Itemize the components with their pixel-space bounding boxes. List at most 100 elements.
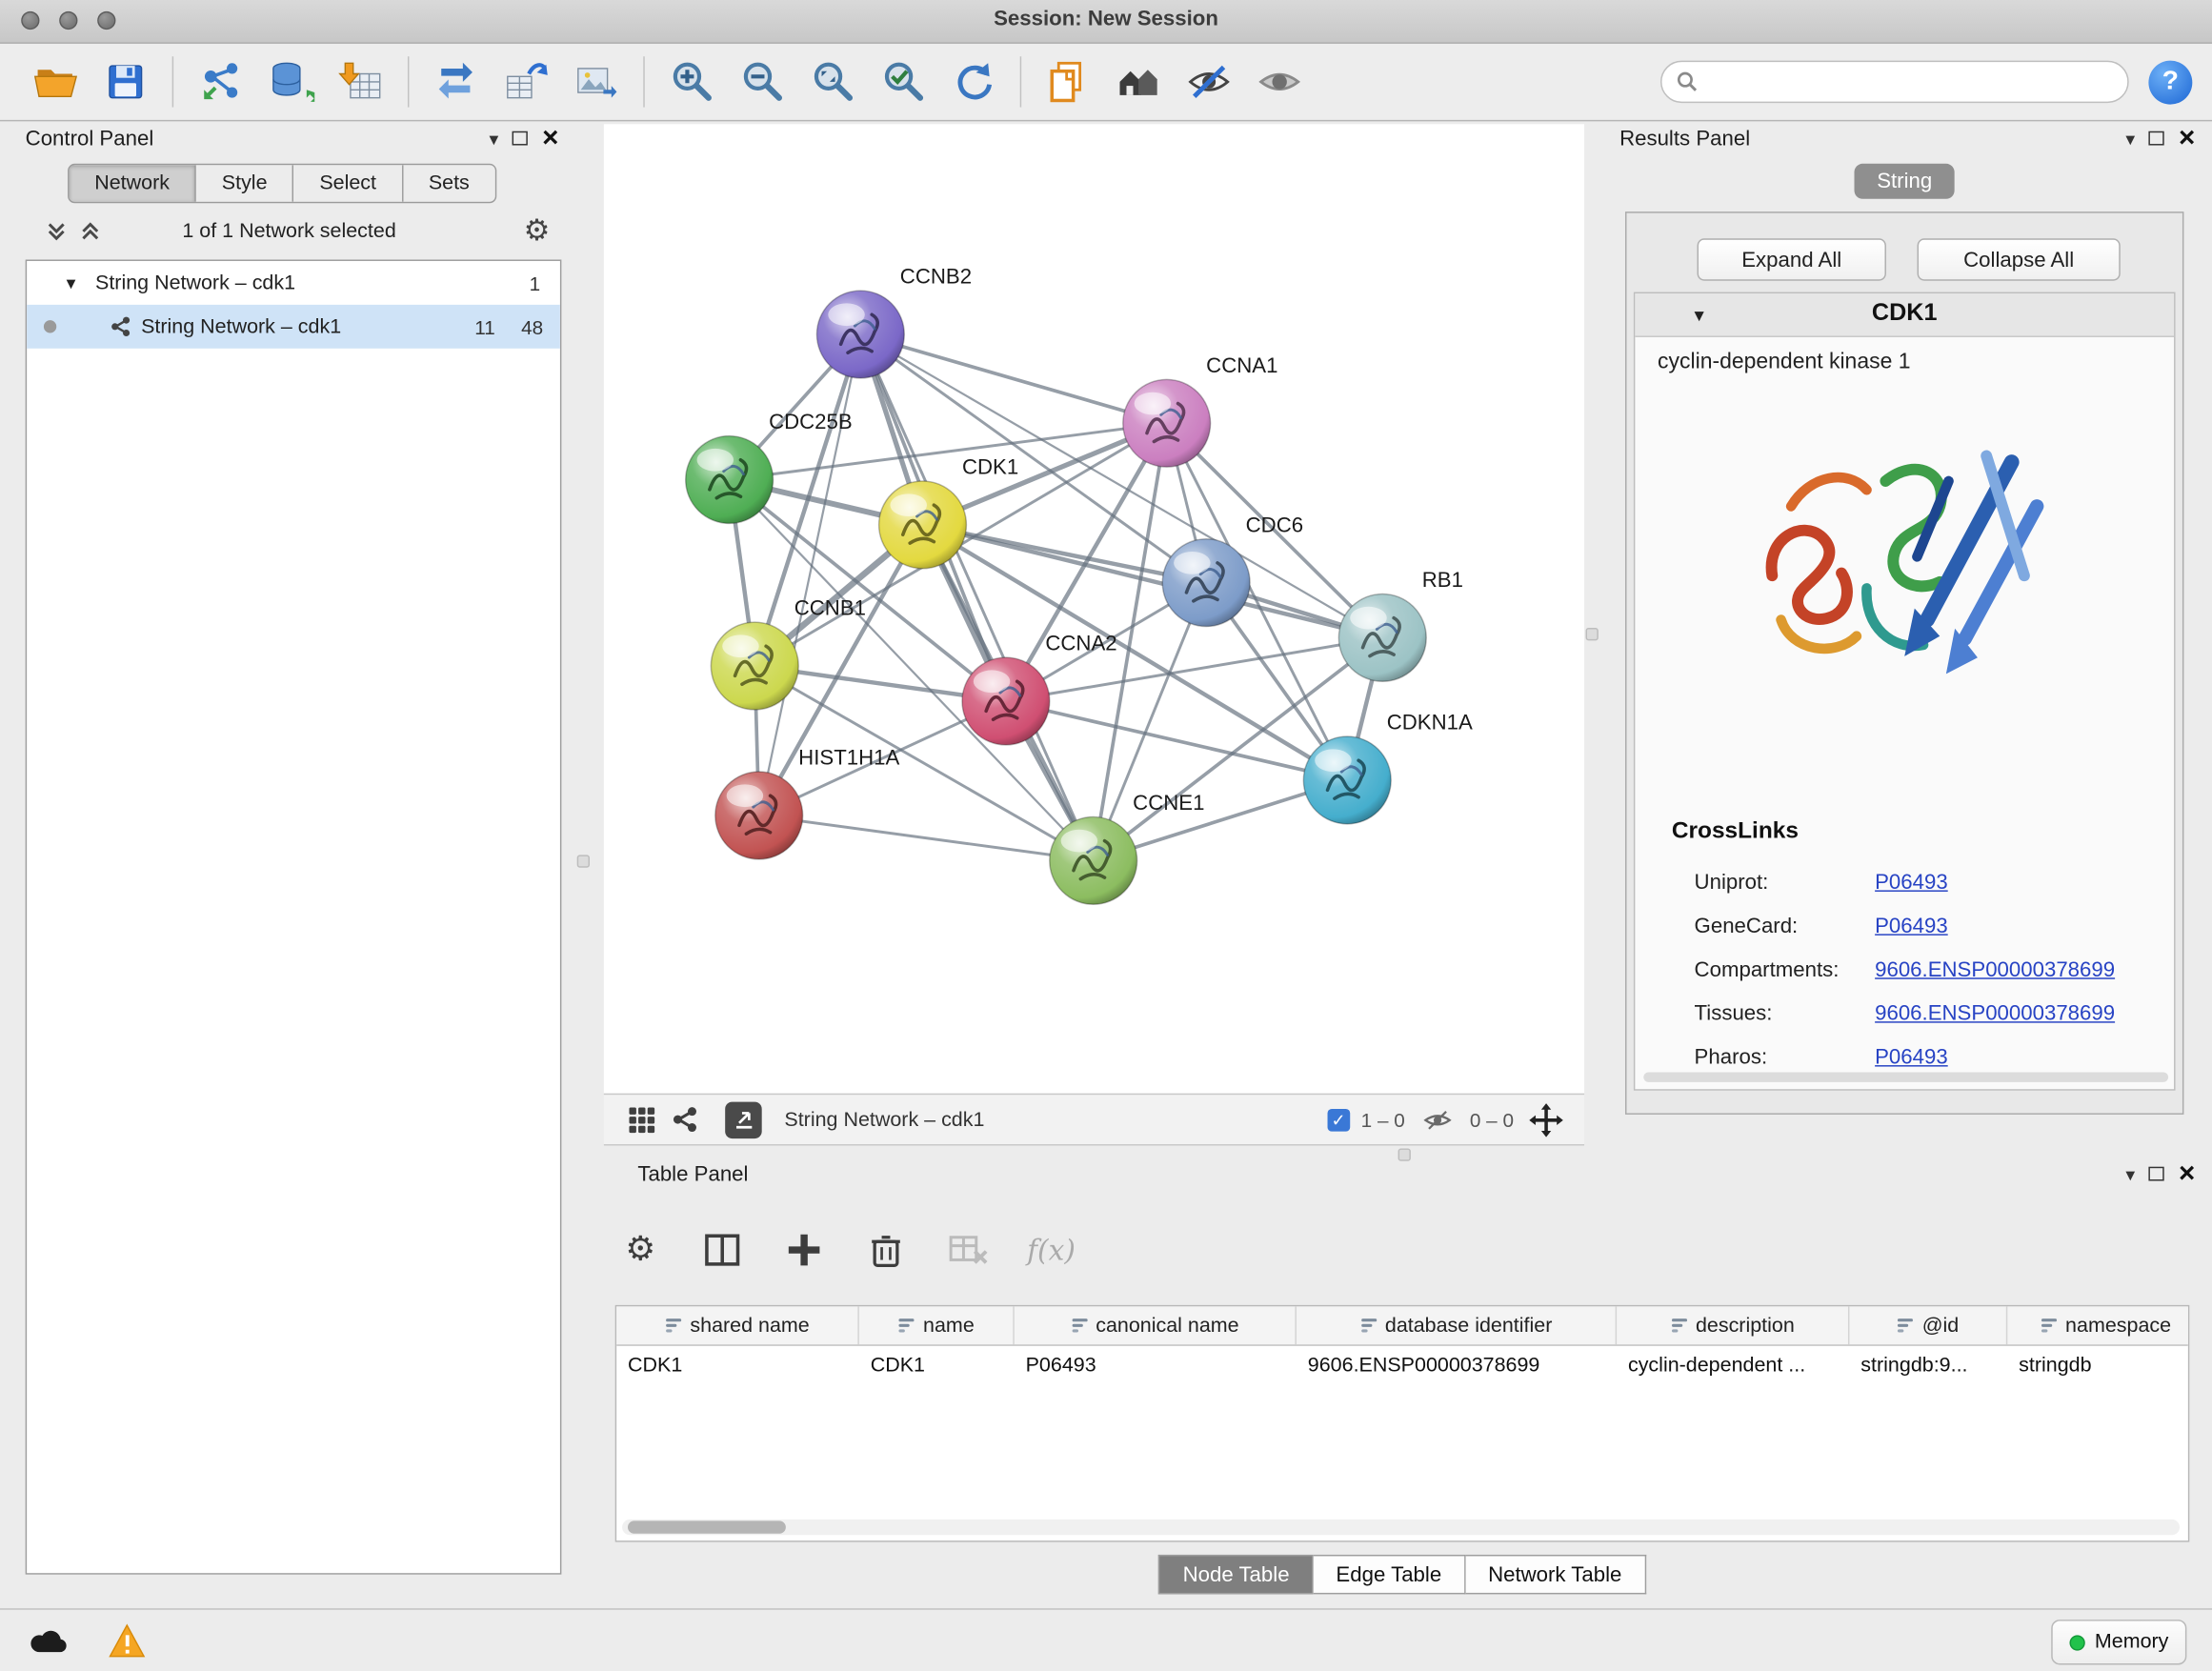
- cell-name[interactable]: CDK1: [859, 1346, 1015, 1384]
- fit-content-move-icon[interactable]: [1525, 1101, 1567, 1138]
- cell-canonical-name[interactable]: P06493: [1015, 1346, 1297, 1384]
- network-share-icon[interactable]: [663, 1101, 705, 1138]
- network-node-CDKN1A[interactable]: CDKN1A: [1303, 711, 1473, 824]
- network-node-CCNE1[interactable]: CCNE1: [1050, 791, 1205, 904]
- cell-namespace[interactable]: stringdb: [2007, 1346, 2189, 1384]
- zoom-in-button[interactable]: [656, 50, 727, 112]
- zoom-selected-button[interactable]: [868, 50, 938, 112]
- column-header-description[interactable]: description: [1617, 1306, 1849, 1344]
- new-network-from-table-button[interactable]: [491, 50, 561, 112]
- results-scrollbar[interactable]: [1643, 1072, 2168, 1081]
- toolbar-separator: [172, 56, 173, 107]
- panel-menu-icon[interactable]: ▾: [490, 130, 499, 148]
- float-panel-icon[interactable]: [2149, 131, 2164, 146]
- column-header-name[interactable]: name: [859, 1306, 1015, 1344]
- cell-database-identifier[interactable]: 9606.ENSP00000378699: [1297, 1346, 1617, 1384]
- zoom-fit-button[interactable]: [797, 50, 868, 112]
- network-options-gear-icon[interactable]: ⚙: [524, 216, 551, 246]
- network-node-RB1[interactable]: RB1: [1338, 568, 1463, 681]
- close-panel-icon[interactable]: ×: [542, 127, 558, 150]
- import-table-from-file-button[interactable]: [326, 50, 396, 112]
- network-node-CCNB1[interactable]: CCNB1: [711, 596, 866, 710]
- export-image-button[interactable]: [561, 50, 632, 112]
- scrollbar-thumb[interactable]: [628, 1520, 786, 1533]
- edge-HIST1H1A-CCNE1[interactable]: [759, 815, 1094, 860]
- tab-style[interactable]: Style: [196, 165, 294, 202]
- tab-sets[interactable]: Sets: [403, 165, 494, 202]
- expand-all-button[interactable]: Expand All: [1698, 238, 1886, 280]
- network-row[interactable]: String Network – cdk1 11 48: [27, 305, 560, 349]
- network-collection-row[interactable]: ▾ String Network – cdk1 1: [27, 261, 560, 305]
- import-network-from-file-button[interactable]: [185, 50, 255, 112]
- zoom-out-button[interactable]: [727, 50, 797, 112]
- vertical-splitter-handle[interactable]: [1586, 628, 1599, 640]
- edge-CCNB2-CCNE1[interactable]: [860, 334, 1093, 860]
- help-button[interactable]: ?: [2148, 60, 2192, 104]
- network-node-HIST1H1A[interactable]: HIST1H1A: [715, 746, 900, 859]
- column-header-database-identifier[interactable]: database identifier: [1297, 1306, 1617, 1344]
- open-in-new-window-button[interactable]: [725, 1101, 762, 1138]
- add-column-icon[interactable]: [781, 1227, 826, 1272]
- tab-network[interactable]: Network: [70, 165, 197, 202]
- column-header--id[interactable]: @id: [1849, 1306, 2007, 1344]
- memory-button[interactable]: Memory: [2051, 1620, 2186, 1664]
- toolbar-search-field[interactable]: [1660, 61, 2129, 103]
- gene-section-header[interactable]: ▾ CDK1: [1635, 293, 2174, 337]
- crosslink-link[interactable]: P06493: [1875, 915, 1948, 938]
- birds-eye-view-button[interactable]: [1244, 50, 1315, 112]
- tab-select[interactable]: Select: [294, 165, 403, 202]
- disclosure-triangle-icon[interactable]: ▾: [67, 272, 76, 294]
- cloud-services-button[interactable]: [23, 1620, 73, 1661]
- delete-column-trash-icon[interactable]: [863, 1227, 908, 1272]
- edge-CCNB2-CCNA1[interactable]: [860, 334, 1166, 423]
- save-session-button[interactable]: [90, 50, 161, 112]
- hidden-items-eye-icon[interactable]: [1417, 1101, 1458, 1138]
- home-button[interactable]: [1103, 50, 1174, 112]
- edge-CDK1-RB1[interactable]: [923, 525, 1383, 637]
- control-panel: Control Panel ▾ × Network Style Select S…: [14, 124, 565, 1580]
- tab-network-table[interactable]: Network Table: [1465, 1555, 1645, 1594]
- cell-shared-name[interactable]: CDK1: [616, 1346, 859, 1384]
- reload-network-button[interactable]: [420, 50, 491, 112]
- close-panel-icon[interactable]: ×: [2179, 127, 2195, 150]
- network-node-CDK1[interactable]: CDK1: [879, 455, 1019, 569]
- warnings-button[interactable]: [102, 1620, 152, 1661]
- open-session-button[interactable]: [20, 50, 90, 112]
- crosslink-label: Uniprot:: [1695, 871, 1876, 895]
- collapse-all-button[interactable]: Collapse All: [1918, 238, 2121, 280]
- cell--id[interactable]: stringdb:9...: [1849, 1346, 2007, 1384]
- crosslink-link[interactable]: 9606.ENSP00000378699: [1875, 958, 2115, 982]
- column-header-canonical-name[interactable]: canonical name: [1015, 1306, 1297, 1344]
- search-input[interactable]: [1699, 70, 2113, 95]
- tab-string[interactable]: String: [1855, 164, 1955, 199]
- network-node-CCNA1[interactable]: CCNA1: [1123, 353, 1278, 467]
- tab-node-table[interactable]: Node Table: [1158, 1555, 1313, 1594]
- panel-menu-icon[interactable]: ▾: [2125, 1164, 2135, 1182]
- cell-description[interactable]: cyclin-dependent ...: [1617, 1346, 1849, 1384]
- crosslink-link[interactable]: P06493: [1875, 1045, 1948, 1069]
- selected-checkbox-icon[interactable]: ✓: [1327, 1108, 1350, 1131]
- show-hide-graphics-details-button[interactable]: [1174, 50, 1244, 112]
- table-options-gear-icon[interactable]: ⚙: [618, 1227, 663, 1272]
- grid-view-icon[interactable]: [621, 1101, 663, 1138]
- column-header-shared-name[interactable]: shared name: [616, 1306, 859, 1344]
- table-row[interactable]: CDK1CDK1P064939606.ENSP00000378699cyclin…: [616, 1346, 2188, 1384]
- duplicate-network-button[interactable]: [1033, 50, 1103, 112]
- float-panel-icon[interactable]: [513, 131, 528, 146]
- edge-CCNA2-CDKN1A[interactable]: [1006, 701, 1347, 780]
- refresh-view-button[interactable]: [938, 50, 1009, 112]
- tab-edge-table[interactable]: Edge Table: [1314, 1555, 1466, 1594]
- edge-CCNB2-HIST1H1A[interactable]: [759, 334, 861, 815]
- panel-menu-icon[interactable]: ▾: [2125, 130, 2135, 148]
- crosslink-link[interactable]: P06493: [1875, 871, 1948, 895]
- crosslink-link[interactable]: 9606.ENSP00000378699: [1875, 1001, 2115, 1025]
- vertical-splitter-handle[interactable]: [577, 855, 590, 867]
- show-columns-icon[interactable]: [700, 1227, 745, 1272]
- column-header-namespace[interactable]: namespace: [2007, 1306, 2189, 1344]
- close-panel-icon[interactable]: ×: [2179, 1162, 2195, 1185]
- network-canvas[interactable]: CCNB2CCNA1CDC25BCDK1CDC6RB1CCNB1CCNA2CDK…: [604, 124, 1584, 1093]
- import-network-from-database-button[interactable]: [255, 50, 326, 112]
- float-panel-icon[interactable]: [2149, 1167, 2164, 1181]
- network-node-CDC6[interactable]: CDC6: [1162, 513, 1303, 626]
- horizontal-scrollbar[interactable]: [622, 1520, 2180, 1535]
